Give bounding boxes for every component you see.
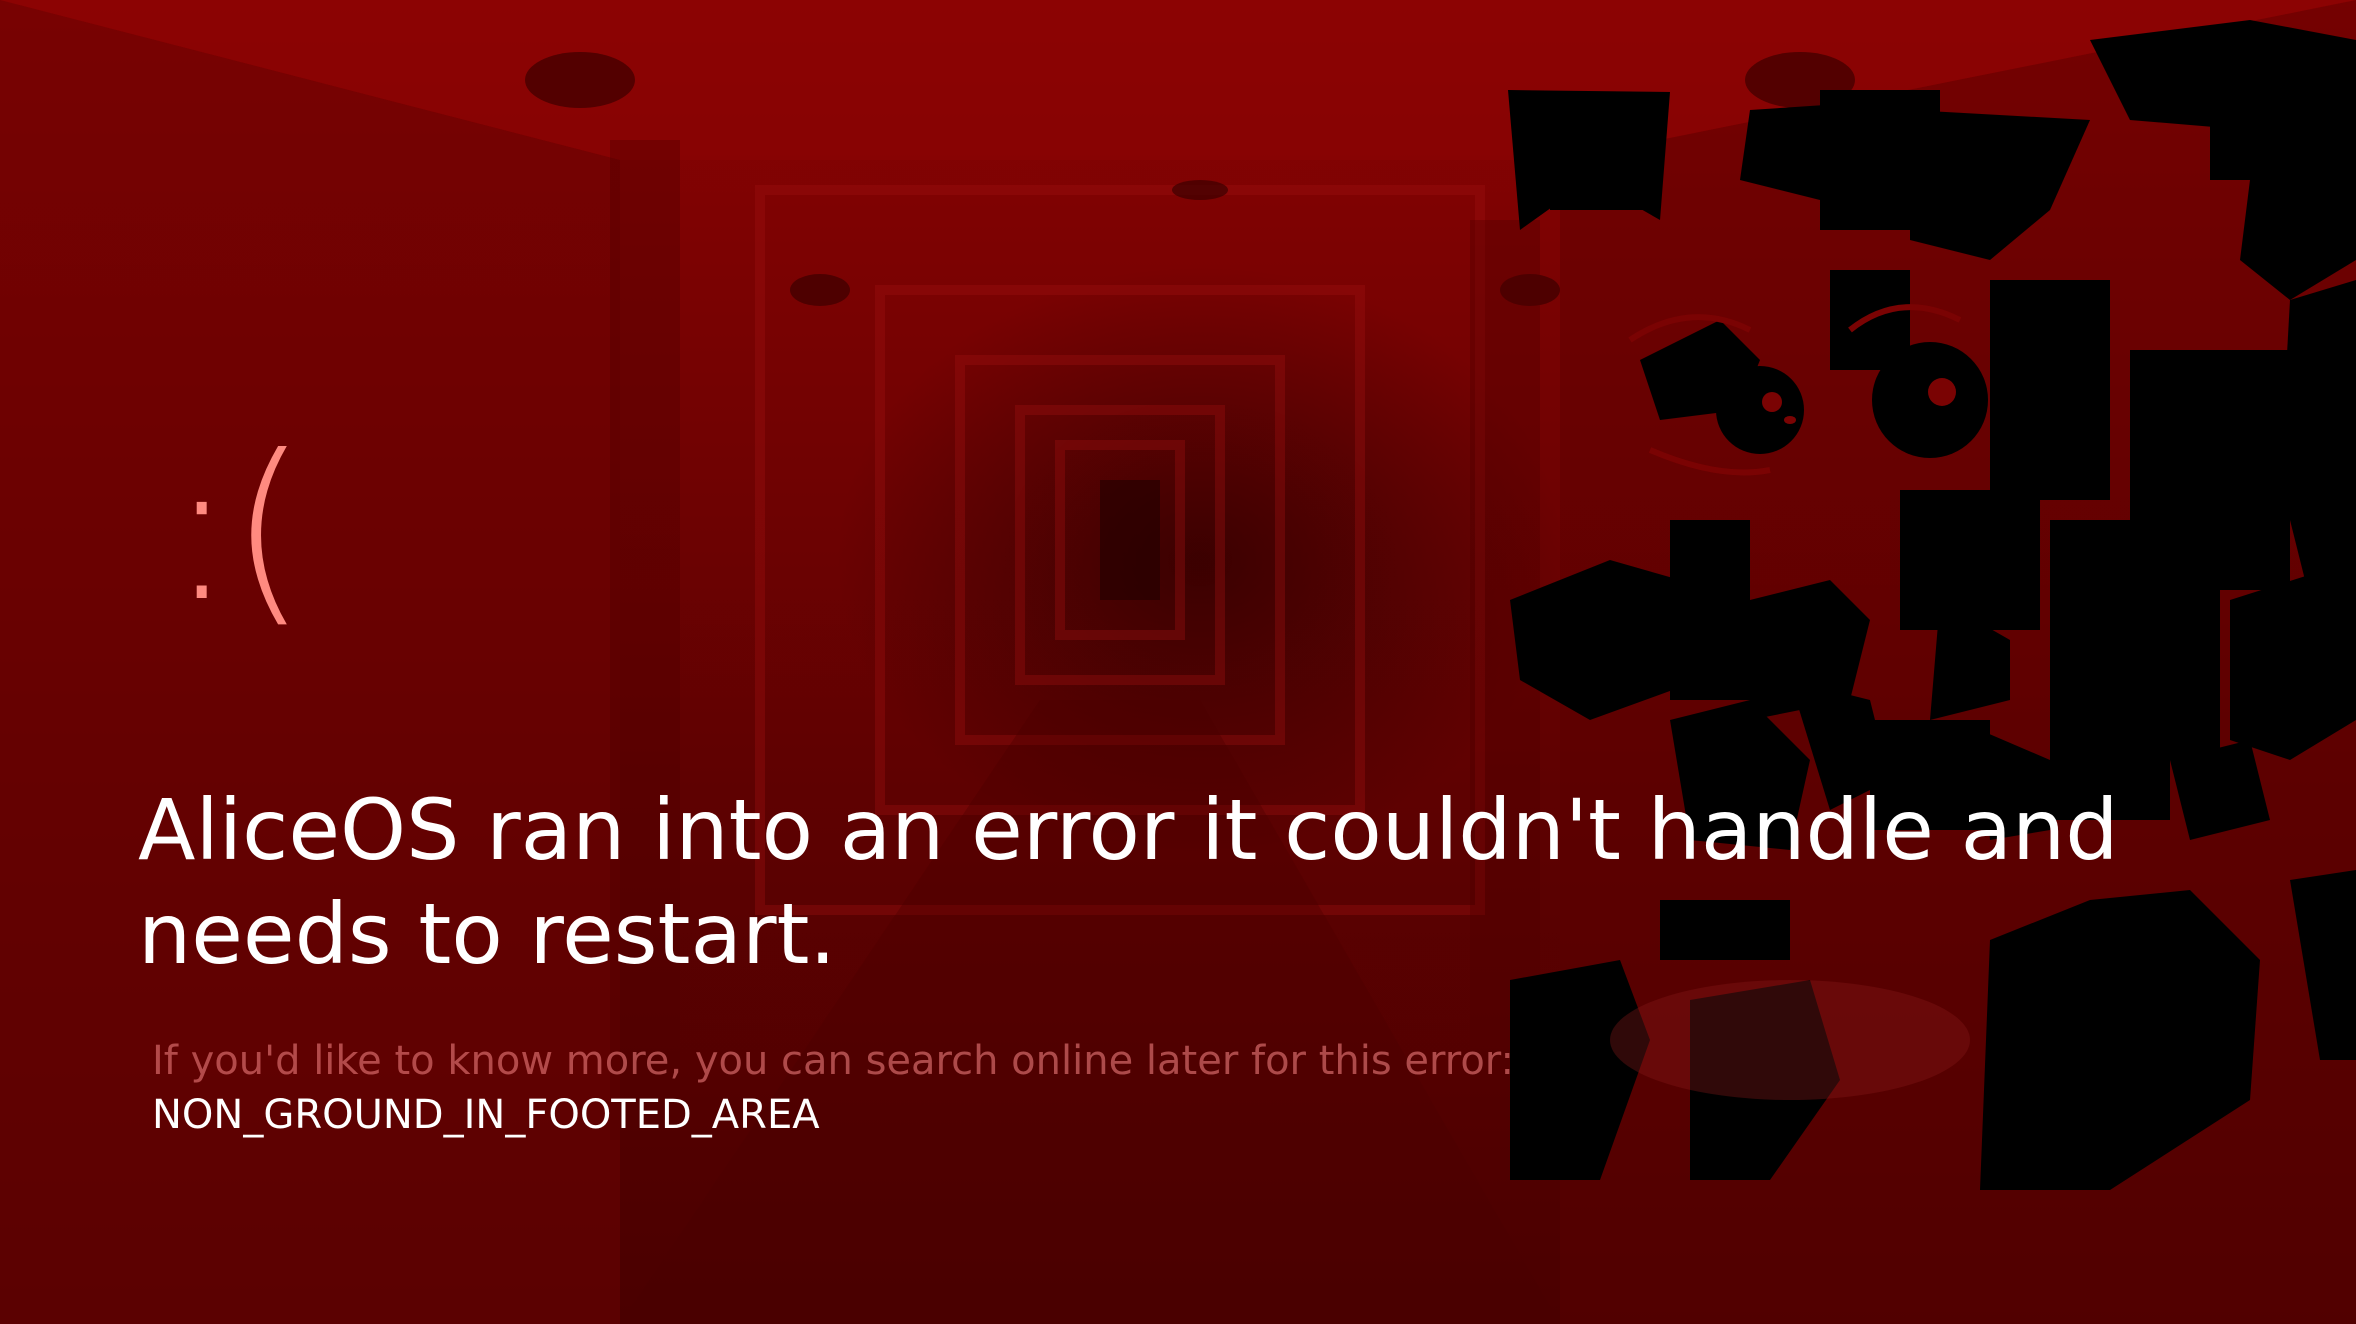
error-screen: :( AliceOS ran into an error it couldn't…	[0, 0, 2356, 1324]
sad-face-emoticon: :(	[168, 413, 307, 646]
error-message-panel: :( AliceOS ran into an error it couldn't…	[0, 0, 2356, 1324]
error-code: NON_GROUND_IN_FOOTED_AREA	[152, 1092, 820, 1138]
error-search-hint: If you'd like to know more, you can sear…	[152, 1038, 1515, 1084]
error-headline: AliceOS ran into an error it couldn't ha…	[138, 781, 2119, 983]
